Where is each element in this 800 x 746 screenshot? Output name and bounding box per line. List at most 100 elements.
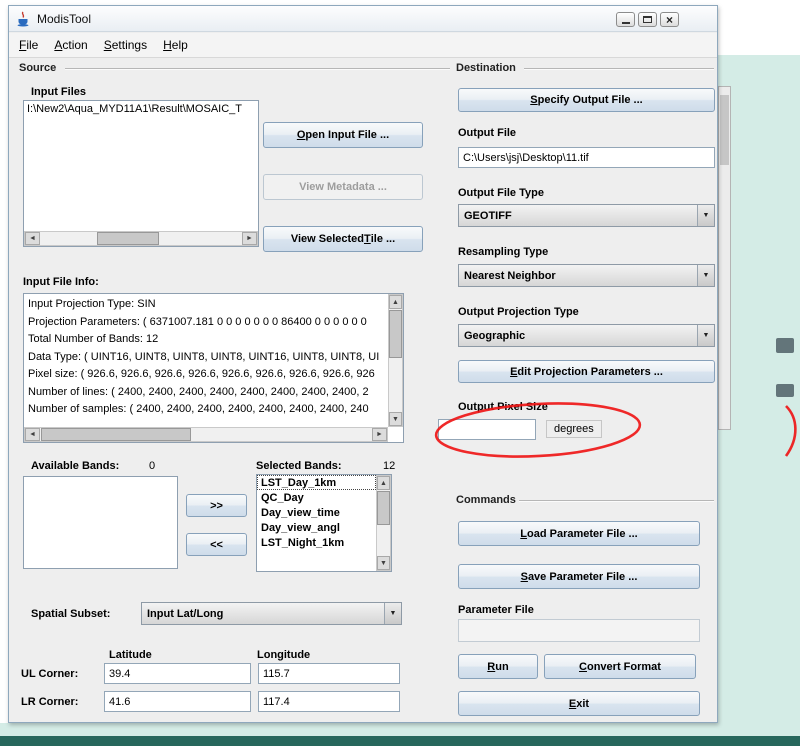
input-file-info-label: Input File Info: — [23, 276, 99, 288]
ul-longitude-field[interactable] — [258, 663, 400, 684]
selected-band-item[interactable]: Day_view_angl — [257, 520, 376, 535]
ul-latitude-field[interactable] — [104, 663, 251, 684]
chevron-down-icon[interactable]: ▼ — [384, 603, 401, 624]
scroll-left-icon[interactable]: ◄ — [25, 232, 40, 245]
background-window-scrollbar-thumb — [720, 95, 729, 165]
specify-output-file-button[interactable]: Specify Output File ... — [458, 88, 715, 112]
move-left-button[interactable]: << — [186, 533, 247, 556]
maximize-button[interactable] — [638, 12, 657, 27]
scroll-right-icon[interactable]: ► — [372, 428, 387, 441]
ul-corner-label: UL Corner: — [21, 668, 79, 680]
output-projection-type-value: Geographic — [464, 329, 526, 342]
info-line: Number of lines: ( 2400, 2400, 2400, 240… — [28, 385, 369, 398]
selected-bands-list[interactable]: LST_Day_1km QC_Day Day_view_time Day_vie… — [256, 474, 392, 572]
scroll-down-icon[interactable]: ▼ — [389, 412, 402, 426]
convert-format-button[interactable]: Convert Format — [544, 654, 696, 679]
chevron-down-icon[interactable]: ▼ — [697, 325, 714, 346]
resampling-type-label: Resampling Type — [458, 246, 549, 258]
resampling-type-value: Nearest Neighbor — [464, 269, 556, 282]
resampling-type-combo[interactable]: Nearest Neighbor ▼ — [458, 264, 715, 287]
move-right-button[interactable]: >> — [186, 494, 247, 517]
parameter-file-label: Parameter File — [458, 604, 534, 616]
longitude-label: Longitude — [257, 649, 311, 661]
info-line: Total Number of Bands: 12 — [28, 333, 159, 345]
menu-help[interactable]: Help — [163, 38, 188, 52]
output-file-field[interactable] — [458, 147, 715, 168]
parameter-file-field — [458, 619, 700, 642]
info-line: Projection Parameters: ( 6371007.181 0 0… — [28, 315, 367, 328]
close-icon: × — [665, 12, 673, 27]
info-line: Data Type: ( UINT16, UINT8, UINT8, UINT8… — [28, 350, 380, 363]
chevron-down-icon[interactable]: ▼ — [697, 205, 714, 226]
spatial-subset-combo[interactable]: Input Lat/Long ▼ — [141, 602, 402, 625]
load-parameter-file-button[interactable]: Load Parameter File ... — [458, 521, 700, 546]
available-bands-list[interactable] — [23, 476, 178, 569]
taskbar-edge — [0, 736, 800, 746]
minimize-button[interactable] — [616, 12, 635, 27]
lr-latitude-field[interactable] — [104, 691, 251, 712]
source-section-label: Source — [19, 62, 57, 74]
pixel-size-unit-label: degrees — [546, 420, 602, 438]
info-hscrollbar[interactable]: ◄ ► — [24, 427, 388, 442]
menu-settings[interactable]: Settings — [104, 38, 147, 52]
scroll-thumb[interactable] — [377, 491, 390, 525]
view-metadata-button: View Metadata ... — [263, 174, 423, 200]
scroll-up-icon[interactable]: ▲ — [389, 295, 402, 309]
selected-band-item[interactable]: LST_Day_1km — [257, 475, 376, 490]
output-projection-type-combo[interactable]: Geographic ▼ — [458, 324, 715, 347]
available-bands-label: Available Bands: — [31, 460, 120, 472]
selected-bands-count: 12 — [383, 460, 396, 472]
output-pixel-size-field[interactable] — [438, 419, 536, 440]
lr-longitude-field[interactable] — [258, 691, 400, 712]
scroll-down-icon[interactable]: ▼ — [377, 556, 390, 570]
maximize-icon — [643, 16, 652, 23]
commands-separator — [519, 500, 714, 502]
menu-action[interactable]: Action — [54, 38, 87, 52]
output-pixel-size-label: Output Pixel Size — [458, 401, 548, 413]
menu-file[interactable]: File — [19, 38, 38, 52]
source-separator — [65, 68, 450, 70]
open-input-file-button[interactable]: Open Input File ... — [263, 122, 423, 148]
output-file-type-value: GEOTIFF — [464, 209, 512, 222]
java-icon — [17, 11, 29, 26]
edit-projection-parameters-button[interactable]: Edit Projection Parameters ... — [458, 360, 715, 383]
info-vscrollbar[interactable]: ▲ ▼ — [388, 294, 403, 427]
chevron-down-icon[interactable]: ▼ — [697, 265, 714, 286]
minimize-icon — [621, 22, 630, 24]
input-file-item[interactable]: I:\New2\Aqua_MYD11A1\Result\MOSAIC_T — [24, 101, 258, 117]
run-button[interactable]: Run — [458, 654, 538, 679]
title-bar[interactable]: ModisTool — [9, 6, 717, 32]
selected-bands-vscrollbar[interactable]: ▲ ▼ — [376, 475, 391, 571]
output-file-type-combo[interactable]: GEOTIFF ▼ — [458, 204, 715, 227]
info-line: Input Projection Type: SIN — [28, 298, 156, 310]
commands-section-label: Commands — [456, 494, 516, 506]
info-line: Pixel size: ( 926.6, 926.6, 926.6, 926.6… — [28, 368, 375, 380]
desktop-artifact — [776, 384, 794, 397]
save-parameter-file-button[interactable]: Save Parameter File ... — [458, 564, 700, 589]
scroll-right-icon[interactable]: ► — [242, 232, 257, 245]
scroll-thumb[interactable] — [41, 428, 191, 441]
window-controls: × — [613, 12, 679, 27]
selected-bands-label: Selected Bands: — [256, 460, 342, 472]
selected-band-item[interactable]: LST_Night_1km — [257, 535, 376, 550]
input-file-info-box[interactable]: Input Projection Type: SIN Projection Pa… — [23, 293, 404, 443]
scroll-left-icon[interactable]: ◄ — [25, 428, 40, 441]
selected-band-item[interactable]: QC_Day — [257, 490, 376, 505]
scroll-thumb[interactable] — [389, 310, 402, 358]
info-line: Number of samples: ( 2400, 2400, 2400, 2… — [28, 403, 369, 415]
input-files-hscrollbar[interactable]: ◄ ► — [24, 231, 258, 246]
scroll-thumb[interactable] — [97, 232, 159, 245]
desktop-artifact — [776, 338, 794, 353]
output-file-type-label: Output File Type — [458, 187, 544, 199]
input-files-list[interactable]: I:\New2\Aqua_MYD11A1\Result\MOSAIC_T ◄ ► — [23, 100, 259, 247]
exit-button[interactable]: Exit — [458, 691, 700, 716]
close-button[interactable]: × — [660, 12, 679, 27]
output-file-label: Output File — [458, 127, 517, 139]
modistool-window: ModisTool × File Action Settings Help So… — [8, 5, 718, 723]
view-selected-tile-button[interactable]: View Selected Tile ... — [263, 226, 423, 252]
output-projection-type-label: Output Projection Type — [458, 306, 579, 318]
lr-corner-label: LR Corner: — [21, 696, 79, 708]
selected-band-item[interactable]: Day_view_time — [257, 505, 376, 520]
scroll-up-icon[interactable]: ▲ — [377, 476, 390, 490]
input-files-label: Input Files — [31, 86, 86, 98]
